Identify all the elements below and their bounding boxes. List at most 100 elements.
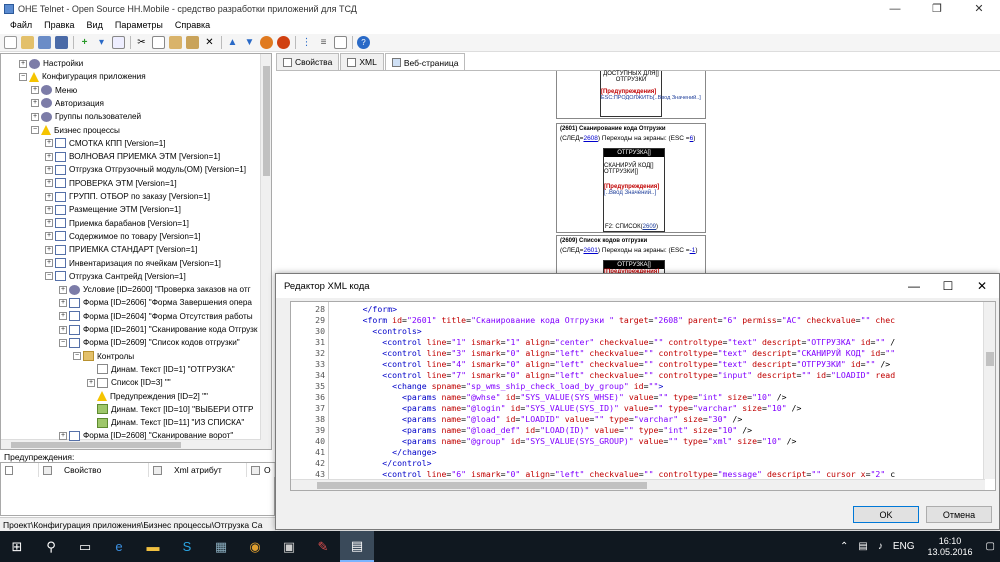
help-icon[interactable]: ? [357,36,370,49]
chrome-icon[interactable]: ◉ [238,531,272,562]
tree-item[interactable]: + ПРОВЕРКА ЭТМ [Version=1] [45,177,177,190]
terminal-icon[interactable]: ▣ [272,531,306,562]
move-down-icon[interactable]: ▼ [243,36,256,49]
tree-item[interactable]: Предупреждения [ID=2] "" [87,390,208,403]
tab-web-page[interactable]: Веб-страница [384,53,466,71]
expand-icon[interactable]: + [59,431,67,440]
expand-icon[interactable]: + [45,232,53,241]
add-icon[interactable]: + [78,36,91,49]
network-icon[interactable]: ▤ [853,541,872,552]
warnings-icon-column[interactable] [1,463,39,477]
skype-icon[interactable]: S [170,531,204,562]
warnings-column-other[interactable]: О [247,463,275,477]
scroll-thumb[interactable] [263,66,270,176]
tree-item[interactable]: Динам. Текст [ID=11] "ИЗ СПИСКА" [87,416,244,429]
language-indicator[interactable]: ENG [888,541,920,552]
scroll-thumb[interactable] [11,442,181,448]
expand-icon[interactable]: + [45,205,53,214]
tree-item[interactable]: + Отгрузка Отгрузочный модуль(ОМ) [Versio… [45,163,246,176]
tree-item[interactable]: Динам. Текст [ID=10] "ВЫБЕРИ ОТГР [87,403,254,416]
tree-item[interactable]: + Условие [ID=2600] "Проверка заказов на … [59,283,251,296]
restore-button[interactable]: ❐ [916,0,958,17]
notifications-chevron-icon[interactable]: ⌃ [835,541,853,552]
action-center-icon[interactable]: ▢ [981,541,1000,552]
ohe-telnet-taskbar-icon[interactable]: ▤ [340,531,374,562]
edit-icon[interactable] [112,36,125,49]
tree-item[interactable]: + Меню [31,84,77,97]
tree-item[interactable]: + Авторизация [31,97,104,110]
add-child-icon[interactable]: ▾ [95,36,108,49]
screen-card-2601[interactable]: (2601) Сканирование кода Отгрузки (СЛЕД=… [556,123,706,233]
tree-item[interactable]: + Группы пользователей [31,110,141,123]
menu-file[interactable]: Файл [4,20,38,30]
expand-icon[interactable]: + [31,112,39,121]
tab-xml[interactable]: XML [340,53,384,70]
tree-item[interactable]: + Инвентаризация по ячейкам [Version=1] [45,257,221,270]
save-all-icon[interactable] [55,36,68,49]
save-icon[interactable] [38,36,51,49]
expand-icon[interactable]: + [45,165,53,174]
warnings-column-xml[interactable]: Xml атрибут [149,463,247,477]
menu-view[interactable]: Вид [81,20,109,30]
expand-icon[interactable]: + [59,312,67,321]
expand-icon[interactable]: + [45,245,53,254]
close-button[interactable]: ✕ [958,0,1000,17]
expand-icon[interactable]: + [19,59,27,68]
delete-icon[interactable]: ✕ [203,36,216,49]
tree-item[interactable]: + Размещение ЭТМ [Version=1] [45,203,181,216]
tree-item[interactable]: + Форма [ID=2608] "Сканирование ворот" [59,429,233,442]
bottom-link[interactable]: 2609 [643,224,656,230]
tree-item[interactable]: + Содержимое по товару [Version=1] [45,230,201,243]
cancel-button[interactable]: Отмена [926,506,992,523]
tree-vertical-scrollbar[interactable] [260,54,271,449]
expand-icon[interactable]: + [45,259,53,267]
run-icon[interactable] [260,36,273,49]
tree-item[interactable]: − Контролы [73,350,134,363]
tree-item[interactable]: + СМОТКА КПП [Version=1] [45,137,166,150]
nav-link-next[interactable]: 2608 [583,135,597,142]
tree-item[interactable]: − Бизнес процессы [31,124,120,137]
project-tree[interactable]: + Настройки − Конфигурация приложения + Меню +… [0,53,272,450]
start-icon[interactable]: ⊞ [0,531,34,562]
tree-item[interactable]: + ВОЛНОВАЯ ПРИЕМКА ЭТМ [Version=1] [45,150,220,163]
expand-icon[interactable]: + [45,192,53,201]
paint-icon[interactable]: ✎ [306,531,340,562]
scroll-thumb[interactable] [986,352,994,366]
expand-icon[interactable]: + [31,99,39,108]
editor-horizontal-scrollbar[interactable] [291,479,985,490]
tree-item[interactable]: − Конфигурация приложения [19,70,146,83]
dialog-maximize-button[interactable]: ☐ [931,274,965,298]
paste-icon[interactable] [169,36,182,49]
scroll-thumb[interactable] [317,482,647,489]
menu-edit[interactable]: Правка [38,20,80,30]
menu-options[interactable]: Параметры [109,20,169,30]
cut-icon[interactable]: ✂ [135,36,148,49]
collapse-icon[interactable]: − [59,338,67,347]
tree-item[interactable]: − Отгрузка Сантрейд [Version=1] [45,270,186,283]
app-icon[interactable]: ▦ [204,531,238,562]
tab-properties[interactable]: Свойства [276,53,340,70]
tree-item[interactable]: + Форма [ID=2601] "Сканирование кода Отгр… [59,323,258,336]
tree-item[interactable]: Динам. Текст [ID=1] "ОТГРУЗКА" [87,363,235,376]
expand-icon[interactable]: + [45,219,53,228]
collapse-icon[interactable]: − [31,126,39,134]
new-icon[interactable] [4,36,17,49]
copy-icon[interactable] [152,36,165,49]
volume-icon[interactable]: ♪ [873,541,888,552]
task-view-icon[interactable]: ▭ [68,531,102,562]
ok-button[interactable]: OK [853,506,919,523]
filter-icon[interactable]: ≡ [317,36,330,49]
expand-icon[interactable]: + [87,378,95,387]
tree-item[interactable]: + Настройки [19,57,83,70]
expand-icon[interactable]: + [31,86,39,95]
expand-icon[interactable]: + [59,325,67,334]
dialog-close-button[interactable]: ✕ [965,274,999,298]
check-icon[interactable] [334,36,347,49]
clock[interactable]: 16:10 13.05.2016 [920,536,981,558]
menu-help[interactable]: Справка [169,20,216,30]
expand-icon[interactable]: + [59,285,67,294]
search-icon[interactable]: ⚲ [34,531,68,562]
tree-item[interactable]: + ГРУПП. ОТБОР по заказу [Version=1] [45,190,210,203]
collapse-icon[interactable]: − [19,72,27,81]
move-up-icon[interactable]: ▲ [226,36,239,49]
